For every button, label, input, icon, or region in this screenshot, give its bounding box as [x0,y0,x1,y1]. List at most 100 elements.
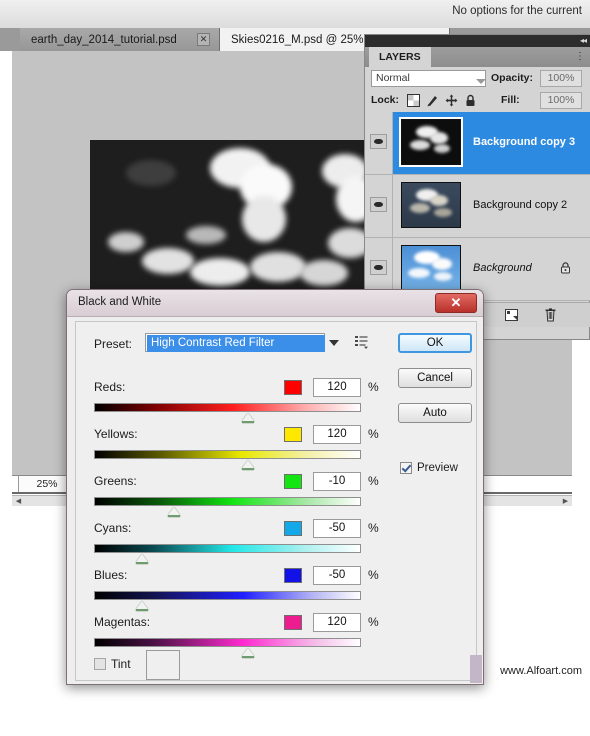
fill-label: Fill: [501,94,520,106]
lock-label: Lock: [371,94,400,106]
trash-icon[interactable] [543,308,558,322]
blend-mode-row: Normal Opacity: 100% [365,67,590,91]
tint-checkbox-row[interactable]: Tint [94,657,131,671]
slider-thumb[interactable] [242,648,254,658]
preset-dropdown-button[interactable] [325,333,343,352]
page-title: Black and White [78,296,162,308]
slider-value-field[interactable]: -50 [313,566,361,585]
layer-thumbnail [401,245,461,291]
options-bar: No options for the current [0,0,590,29]
slider-unit: % [368,474,379,488]
preset-label: Preset: [94,337,133,351]
eye-icon[interactable] [370,134,387,149]
dialog-body: Preset: High Contrast Red Filter OK Canc… [75,321,477,681]
options-bar-text: No options for the current [452,5,582,17]
slider-unit: % [368,427,379,441]
tab-layers[interactable]: LAYERS [369,47,431,67]
layer-name: Background [473,262,532,274]
opacity-field[interactable]: 100% [540,70,582,87]
cancel-button[interactable]: Cancel [398,368,472,388]
slider-label: Reds: [94,380,126,394]
close-icon[interactable]: ✕ [435,293,477,313]
panel-drag-grip[interactable]: ◂◂ [365,35,590,47]
tint-color-swatch[interactable] [146,650,180,680]
close-icon[interactable]: ✕ [197,33,210,46]
double-chevron-left-icon[interactable]: ◂◂ [580,36,587,45]
slider-thumb[interactable] [242,460,254,470]
chevron-down-icon [329,340,339,346]
slider-color-swatch [284,474,302,489]
panel-menu-icon[interactable]: ⋮ [575,51,585,62]
slider-thumb[interactable] [242,413,254,423]
tint-checkbox[interactable] [94,658,106,670]
slider-track[interactable] [94,544,361,553]
panel-tab-strip: LAYERS ⋮ [365,47,590,68]
eye-icon[interactable] [370,260,387,275]
lock-image-icon[interactable] [426,94,439,107]
lock-all-icon[interactable] [464,94,477,107]
blend-mode-select[interactable]: Normal [371,70,486,87]
dialog-title-bar[interactable]: Black and White ✕ [67,290,483,317]
slider-value-field[interactable]: -10 [313,472,361,491]
preview-checkbox[interactable] [400,462,412,474]
black-and-white-dialog: Black and White ✕ Preset: High Contrast … [66,289,484,685]
blend-mode-value: Normal [376,72,410,84]
layer-name: Background copy 2 [473,199,568,211]
slider-unit: % [368,521,379,535]
slider-value-field[interactable]: 120 [313,613,361,632]
layer-thumbnail [399,117,463,167]
slider-color-swatch [284,521,302,536]
slider-track[interactable] [94,591,361,600]
watermark-strip [470,655,482,683]
opacity-label: Opacity: [491,72,534,84]
slider-track[interactable] [94,403,361,412]
slider-value-field[interactable]: -50 [313,519,361,538]
slider-color-swatch [284,427,302,442]
slider-thumb[interactable] [136,601,148,611]
slider-unit: % [368,568,379,582]
slider-color-swatch [284,568,302,583]
slider-color-swatch [284,380,302,395]
layer-thumbnail [401,182,461,228]
slider-color-swatch [284,615,302,630]
lock-row: Lock: Fill: 100% [365,90,590,113]
slider-thumb[interactable] [168,507,180,517]
visibility-cell[interactable] [365,175,393,237]
document-tab-label: earth_day_2014_tutorial.psd [31,33,177,46]
preset-options-icon[interactable] [354,334,370,350]
slider-label: Cyans: [94,521,132,535]
slider-label: Magentas: [94,615,151,629]
slider-thumb[interactable] [136,554,148,564]
slider-unit: % [368,615,379,629]
preset-value: High Contrast Red Filter [147,335,325,352]
new-layer-icon[interactable] [504,308,519,322]
chevron-down-icon[interactable] [476,79,486,84]
visibility-cell[interactable] [365,112,393,174]
document-tab-inactive[interactable]: earth_day_2014_tutorial.psd ✕ [20,28,220,51]
auto-button[interactable]: Auto [398,403,472,423]
lock-position-icon[interactable] [445,94,458,107]
scroll-right-icon[interactable]: ▶ [561,497,570,506]
slider-label: Blues: [94,568,128,582]
slider-label: Greens: [94,474,137,488]
slider-track[interactable] [94,450,361,459]
eye-icon[interactable] [370,197,387,212]
lock-transparency-icon[interactable] [407,94,420,107]
slider-value-field[interactable]: 120 [313,378,361,397]
preview-checkbox-row[interactable]: Preview [400,462,458,474]
preset-select[interactable]: High Contrast Red Filter [145,333,325,352]
layer-list: Background copy 3 Background copy 2 Back… [365,112,590,302]
preview-label: Preview [417,462,458,474]
table-row[interactable]: Background copy 3 [365,112,590,175]
scroll-left-icon[interactable]: ◀ [14,497,23,506]
fill-field[interactable]: 100% [540,92,582,109]
photoshop-app-window: No options for the current earth_day_201… [0,0,590,736]
table-row[interactable]: Background copy 2 [365,175,590,238]
tint-label: Tint [111,657,131,671]
canvas-image-clouds[interactable] [90,140,368,295]
ok-button[interactable]: OK [398,333,472,353]
slider-track[interactable] [94,497,361,506]
slider-unit: % [368,380,379,394]
slider-track[interactable] [94,638,361,647]
slider-value-field[interactable]: 120 [313,425,361,444]
